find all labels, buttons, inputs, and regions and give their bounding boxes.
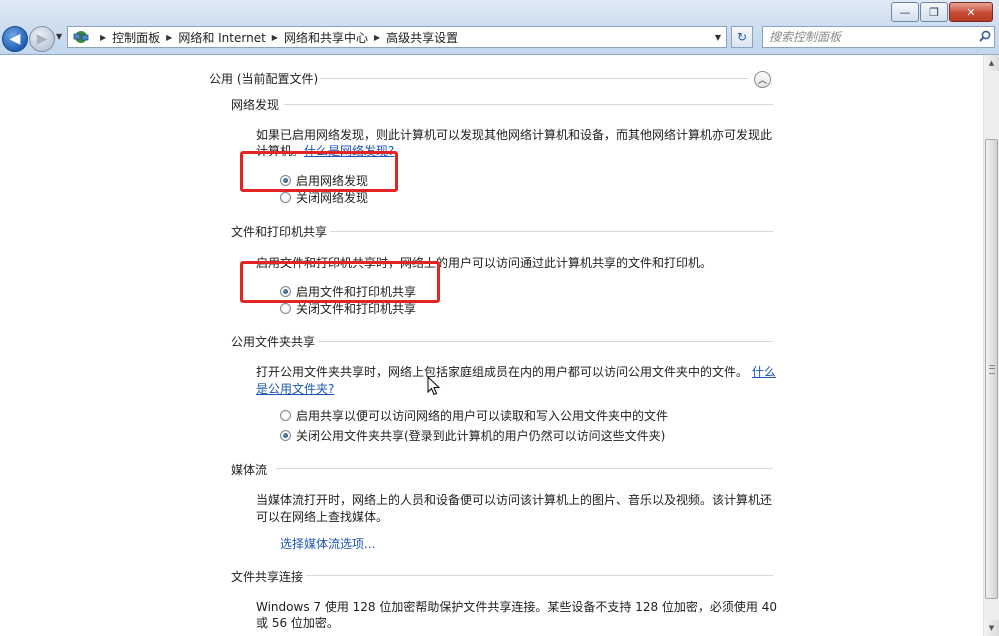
radio-button-icon[interactable] — [280, 410, 291, 421]
media-streaming-options-link-text[interactable]: 选择媒体流选项... — [280, 537, 375, 551]
search-input[interactable] — [763, 28, 976, 46]
minimize-button[interactable]: — — [891, 2, 919, 22]
radio-button-icon[interactable] — [280, 430, 291, 441]
profile-title: 公用 (当前配置文件) — [209, 72, 319, 86]
radio-disable-public-folder-sharing[interactable]: 关闭公用文件夹共享(登录到此计算机的用户仍然可以访问这些文件夹) — [280, 427, 665, 444]
breadcrumb-network-internet[interactable]: 网络和 Internet — [178, 29, 265, 46]
settings-content: 公用 (当前配置文件) ︿ 网络发现 如果已启用网络发现，则此计算机可以发现其他… — [0, 55, 983, 636]
breadcrumb-separator-icon[interactable]: ▶ — [100, 33, 106, 42]
scrollbar-grip-icon — [989, 365, 995, 374]
file-printer-sharing-title: 文件和打印机共享 — [231, 225, 328, 239]
media-streaming-title: 媒体流 — [231, 463, 268, 477]
window-chrome: — ❐ ✕ ◀ ▶ ▼ ▶ 控制面板 ▶ 网络和 Internet ▶ 网络和共… — [0, 0, 999, 55]
file-sharing-connections-title: 文件共享连接 — [231, 570, 304, 584]
back-button[interactable]: ◀ — [2, 26, 28, 52]
media-streaming-description: 当媒体流打开时，网络上的人员和设备便可以访问该计算机上的图片、音乐以及视频。该计… — [256, 493, 773, 507]
section-divider — [284, 104, 773, 105]
file-sharing-connections-description-line2: 或 56 位加密。 — [256, 616, 339, 630]
mouse-cursor-icon — [427, 376, 441, 396]
recent-pages-dropdown-icon[interactable]: ▼ — [56, 32, 62, 41]
breadcrumb-advanced-sharing[interactable]: 高级共享设置 — [386, 29, 458, 46]
address-bar[interactable]: ▶ 控制面板 ▶ 网络和 Internet ▶ 网络和共享中心 ▶ 高级共享设置… — [67, 26, 727, 48]
breadcrumb-separator-icon[interactable]: ▶ — [272, 33, 278, 42]
breadcrumb-control-panel[interactable]: 控制面板 — [112, 29, 160, 46]
chevron-up-icon: ︿ — [757, 76, 767, 86]
refresh-icon: ↻ — [736, 30, 748, 44]
window-controls: — ❐ ✕ — [890, 2, 993, 22]
network-icon — [72, 30, 90, 44]
scroll-down-button[interactable]: ▼ — [984, 620, 999, 636]
radio-label: 启用共享以便可以访问网络的用户可以读取和写入公用文件夹中的文件 — [296, 409, 669, 423]
maximize-button[interactable]: ❐ — [920, 2, 948, 22]
section-divider — [330, 231, 773, 232]
address-dropdown-icon[interactable]: ▼ — [710, 33, 726, 42]
radio-label: 关闭公用文件夹共享(登录到此计算机的用户仍然可以访问这些文件夹) — [296, 429, 666, 443]
highlight-box — [240, 261, 440, 303]
media-streaming-options-link[interactable]: 选择媒体流选项... — [280, 535, 375, 552]
what-is-public-folder-link-cont[interactable]: 是公用文件夹? — [256, 382, 334, 396]
section-divider — [306, 575, 773, 576]
profile-divider — [320, 78, 748, 79]
radio-button-icon[interactable] — [280, 192, 291, 203]
breadcrumb-separator-icon[interactable]: ▶ — [374, 33, 380, 42]
public-folder-sharing-title: 公用文件夹共享 — [231, 335, 316, 349]
section-divider — [318, 341, 773, 342]
collapse-profile-button[interactable]: ︿ — [754, 71, 771, 88]
scrollbar-thumb[interactable] — [985, 139, 998, 599]
network-discovery-description: 如果已启用网络发现，则此计算机可以发现其他网络计算机和设备，而其他网络计算机亦可… — [256, 128, 773, 142]
radio-button-icon[interactable] — [280, 303, 291, 314]
file-sharing-connections-description: Windows 7 使用 128 位加密帮助保护文件共享连接。某些设备不支持 1… — [256, 600, 777, 614]
refresh-button[interactable]: ↻ — [731, 26, 753, 48]
breadcrumb-network-sharing-center[interactable]: 网络和共享中心 — [284, 29, 368, 46]
search-box[interactable] — [762, 26, 995, 48]
vertical-scrollbar[interactable]: ▲ ▼ — [983, 55, 999, 636]
network-discovery-title: 网络发现 — [231, 98, 280, 112]
public-folder-description-text: 打开公用文件夹共享时，网络上包括家庭组成员在内的用户都可以访问公用文件夹中的文件… — [256, 365, 749, 379]
close-button[interactable]: ✕ — [949, 2, 993, 22]
media-streaming-description-line2: 可以在网络上查找媒体。 — [256, 510, 389, 524]
search-icon[interactable] — [976, 30, 994, 45]
breadcrumb-separator-icon[interactable]: ▶ — [166, 33, 172, 42]
highlight-box — [240, 151, 398, 192]
scroll-up-button[interactable]: ▲ — [984, 55, 999, 71]
section-divider — [276, 468, 773, 469]
public-folder-sharing-description: 打开公用文件夹共享时，网络上包括家庭组成员在内的用户都可以访问公用文件夹中的文件… — [256, 363, 776, 380]
public-folder-link-cont: 是公用文件夹? — [256, 380, 334, 397]
radio-enable-public-folder-sharing[interactable]: 启用共享以便可以访问网络的用户可以读取和写入公用文件夹中的文件 — [280, 407, 668, 424]
what-is-public-folder-link[interactable]: 什么 — [752, 365, 776, 379]
forward-button[interactable]: ▶ — [29, 26, 55, 52]
